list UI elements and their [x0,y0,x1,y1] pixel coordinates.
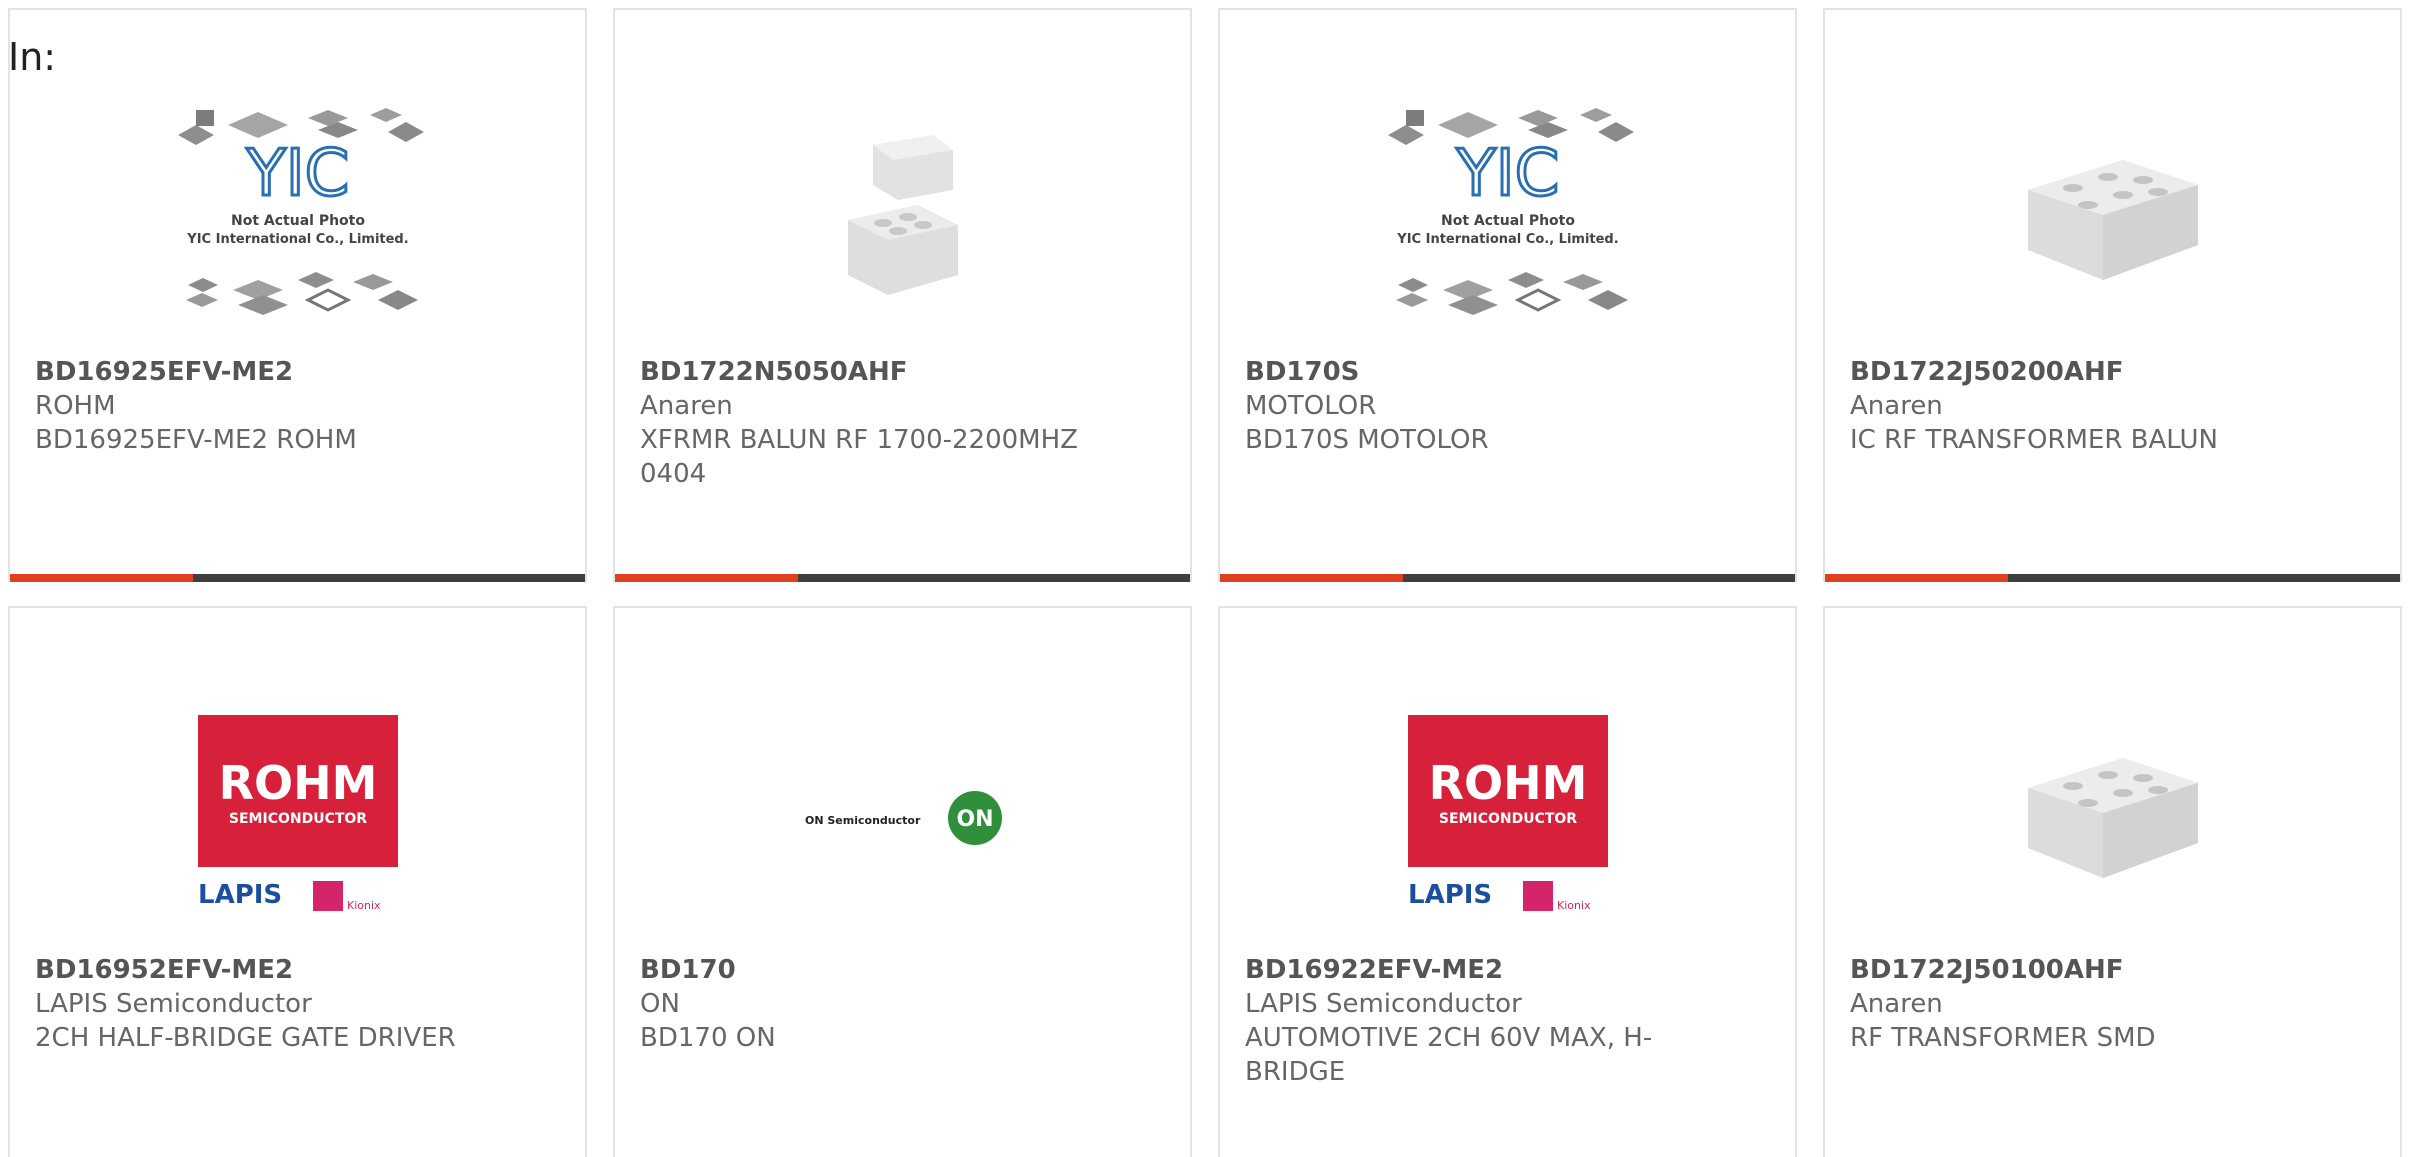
svg-text:SEMICONDUCTOR: SEMICONDUCTOR [1438,811,1576,827]
placeholder-image: YIC Not Actual Photo YIC International C… [1387,108,1634,315]
svg-text:Kionix: Kionix [1557,899,1591,912]
placeholder-caption-1: Not Actual Photo [1441,213,1575,229]
part-number[interactable]: BD1722N5050AHF [640,355,1130,389]
part-number[interactable]: BD16922EFV-ME2 [1245,953,1735,987]
svg-text:ON: ON [956,807,993,832]
description: 2CH HALF-BRIDGE GATE DRIVER [35,1023,456,1053]
product-card[interactable]: ROHM SEMICONDUCTOR LAPIS Kionix BD16952E… [8,606,587,1157]
card-bar [1220,574,1795,582]
chip-stack-image [847,135,958,295]
manufacturer: LAPIS Semiconductor [35,989,312,1019]
product-card[interactable]: ROHM SEMICONDUCTOR LAPIS Kionix BD16922E… [1218,606,1797,1157]
product-image[interactable] [615,80,1190,360]
product-image[interactable] [1825,678,2400,958]
manufacturer: ROHM [35,391,116,421]
card-bar-accent [615,574,798,582]
balun-block-image [2027,758,2198,878]
part-number[interactable]: BD170 [640,953,1130,987]
product-info: BD16925EFV-ME2 ROHM BD16925EFV-ME2 ROHM [35,355,525,457]
product-card[interactable]: BD1722J50100AHF Anaren RF TRANSFORMER SM… [1823,606,2402,1157]
card-bar-accent [1825,574,2008,582]
part-number[interactable]: BD170S [1245,355,1735,389]
svg-text:SEMICONDUCTOR: SEMICONDUCTOR [228,811,366,827]
svg-text:ROHM: ROHM [1428,756,1587,810]
on-semiconductor-logo: ON Semiconductor ON [805,791,1002,845]
product-image[interactable]: ROHM SEMICONDUCTOR LAPIS Kionix [10,678,585,958]
card-bar-accent [10,574,193,582]
manufacturer: MOTOLOR [1245,391,1377,421]
page: YIC Not Actual Photo YIC International C… [0,0,2410,1157]
manufacturer: Anaren [640,391,733,421]
description: RF TRANSFORMER SMD [1850,1023,2156,1053]
description: IC RF TRANSFORMER BALUN [1850,425,2218,455]
placeholder-caption-2: YIC International Co., Limited. [1396,232,1618,247]
product-info: BD1722N5050AHF Anaren XFRMR BALUN RF 170… [640,355,1130,491]
product-image[interactable]: YIC Not Actual Photo YIC International C… [10,80,585,360]
part-number[interactable]: BD1722J50200AHF [1850,355,2340,389]
product-info: BD170 ON BD170 ON [640,953,1130,1055]
placeholder-caption-2: YIC International Co., Limited. [186,232,408,247]
description: XFRMR BALUN RF 1700-2200MHZ 0404 [640,425,1078,489]
balun-block-image [2027,160,2198,280]
product-card[interactable]: ON Semiconductor ON BD170 ON BD170 ON [613,606,1192,1157]
product-image[interactable]: YIC Not Actual Photo YIC International C… [1220,80,1795,360]
manufacturer: ON [640,989,680,1019]
svg-text:ON Semiconductor: ON Semiconductor [805,814,921,827]
product-grid: YIC Not Actual Photo YIC International C… [8,8,2402,1157]
product-info: BD16922EFV-ME2 LAPIS Semiconductor AUTOM… [1245,953,1735,1089]
description: BD170S MOTOLOR [1245,425,1489,455]
card-bar [615,574,1190,582]
product-card[interactable]: YIC Not Actual Photo YIC International C… [8,8,587,582]
part-number[interactable]: BD16925EFV-ME2 [35,355,525,389]
svg-text:LAPIS: LAPIS [198,880,282,910]
part-number[interactable]: BD1722J50100AHF [1850,953,2340,987]
product-card[interactable]: BD1722J50200AHF Anaren IC RF TRANSFORMER… [1823,8,2402,582]
manufacturer: Anaren [1850,391,1943,421]
rohm-lapis-logo: ROHM SEMICONDUCTOR LAPIS Kionix [197,715,398,912]
svg-text:LAPIS: LAPIS [1408,880,1492,910]
product-image[interactable] [1825,80,2400,360]
product-info: BD1722J50200AHF Anaren IC RF TRANSFORMER… [1850,355,2340,457]
placeholder-image: YIC Not Actual Photo YIC International C… [177,108,424,315]
product-image[interactable]: ROHM SEMICONDUCTOR LAPIS Kionix [1220,678,1795,958]
card-bar [1825,574,2400,582]
placeholder-caption-1: Not Actual Photo [231,213,365,229]
svg-text:Kionix: Kionix [347,899,381,912]
product-info: BD1722J50100AHF Anaren RF TRANSFORMER SM… [1850,953,2340,1055]
svg-text:ROHM: ROHM [218,756,377,810]
manufacturer: Anaren [1850,989,1943,1019]
card-bar [10,574,585,582]
product-info: BD170S MOTOLOR BD170S MOTOLOR [1245,355,1735,457]
yic-logo-text: YIC [1455,137,1559,211]
part-number[interactable]: BD16952EFV-ME2 [35,953,525,987]
product-info: BD16952EFV-ME2 LAPIS Semiconductor 2CH H… [35,953,525,1055]
description: BD16925EFV-ME2 ROHM [35,425,357,455]
product-image[interactable]: ON Semiconductor ON [615,678,1190,958]
card-bar-accent [1220,574,1403,582]
product-card[interactable]: YIC Not Actual Photo YIC International C… [1218,8,1797,582]
manufacturer: LAPIS Semiconductor [1245,989,1522,1019]
product-card[interactable]: BD1722N5050AHF Anaren XFRMR BALUN RF 170… [613,8,1192,582]
yic-logo-text: YIC [245,137,349,211]
search-label: In: [8,35,57,79]
description: BD170 ON [640,1023,776,1053]
rohm-lapis-logo: ROHM SEMICONDUCTOR LAPIS Kionix [1407,715,1608,912]
description: AUTOMOTIVE 2CH 60V MAX, H-BRIDGE [1245,1023,1653,1087]
